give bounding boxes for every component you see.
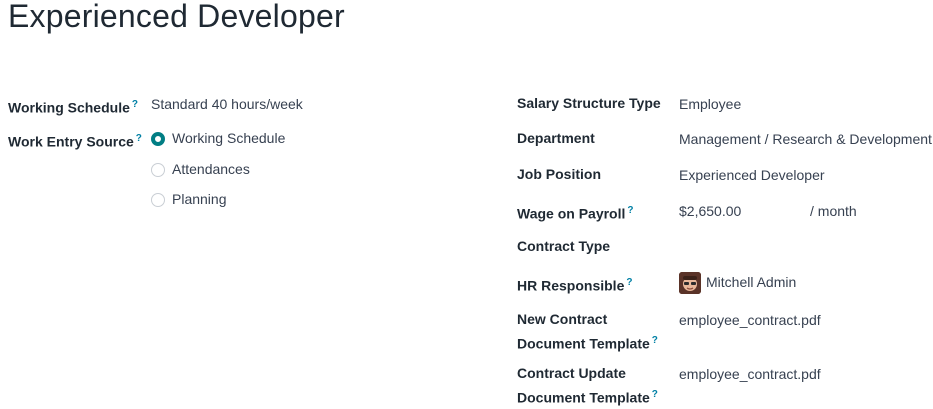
working-schedule-field[interactable]: Standard 40 hours/week	[151, 94, 303, 115]
page-title: Experienced Developer	[8, 0, 345, 34]
help-icon[interactable]: ?	[652, 335, 658, 346]
wage-field[interactable]: $2,650.00	[679, 201, 741, 222]
help-icon[interactable]: ?	[627, 205, 633, 216]
contract-update-template-label: Contract Update Document Template?	[517, 365, 658, 406]
hr-responsible-field[interactable]: Mitchell Admin	[679, 272, 796, 295]
new-contract-template-field[interactable]: employee_contract.pdf	[679, 310, 821, 331]
job-position-label: Job Position	[517, 166, 601, 182]
contract-type-field[interactable]	[679, 237, 919, 258]
department-label: Department	[517, 130, 595, 146]
radio-unchecked-icon[interactable]	[151, 192, 165, 207]
hr-responsible-label: HR Responsible?	[517, 277, 633, 294]
department-field[interactable]: Management / Research & Development	[679, 129, 932, 150]
radio-working-schedule[interactable]: Working Schedule	[151, 128, 285, 149]
radio-attendances[interactable]: Attendances	[151, 159, 250, 180]
help-icon[interactable]: ?	[626, 277, 632, 288]
radio-planning[interactable]: Planning	[151, 189, 227, 210]
help-icon[interactable]: ?	[132, 99, 138, 110]
radio-unchecked-icon[interactable]	[151, 162, 165, 177]
wage-unit: / month	[810, 203, 857, 219]
working-schedule-label: Working Schedule?	[8, 99, 138, 116]
radio-checked-icon[interactable]	[151, 131, 165, 146]
new-contract-template-label: New Contract Document Template?	[517, 311, 658, 352]
user-avatar-icon	[679, 272, 701, 295]
help-icon[interactable]: ?	[136, 133, 142, 144]
help-icon[interactable]: ?	[652, 389, 658, 400]
contract-update-template-field[interactable]: employee_contract.pdf	[679, 364, 821, 385]
wage-on-payroll-label: Wage on Payroll?	[517, 205, 634, 222]
salary-structure-type-field[interactable]: Employee	[679, 94, 741, 115]
job-position-field[interactable]: Experienced Developer	[679, 165, 825, 186]
work-entry-source-label: Work Entry Source?	[8, 133, 142, 150]
contract-type-label: Contract Type	[517, 238, 611, 254]
salary-structure-type-label: Salary Structure Type	[517, 95, 661, 111]
